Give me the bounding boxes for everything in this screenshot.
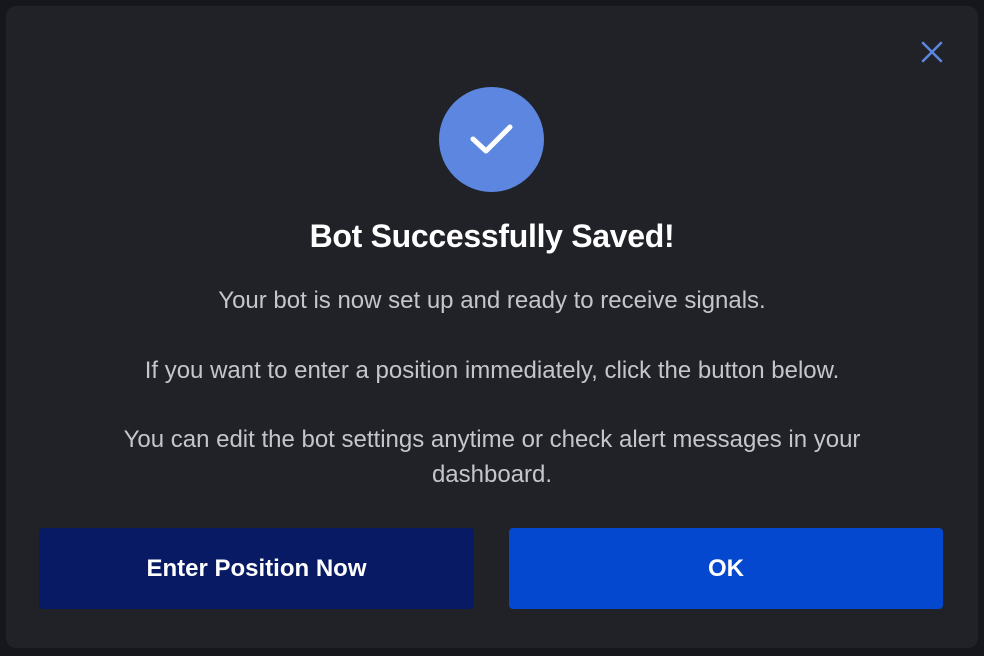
dialog-title: Bot Successfully Saved! bbox=[309, 218, 675, 254]
message-enter-position: If you want to enter a position immediat… bbox=[144, 357, 840, 384]
success-dialog: Bot Successfully Saved! Your bot is now … bbox=[6, 6, 978, 648]
enter-position-button[interactable]: Enter Position Now bbox=[39, 528, 474, 609]
message-edit-settings: You can edit the bot settings anytime or… bbox=[123, 426, 861, 488]
close-icon bbox=[921, 41, 943, 63]
close-button[interactable] bbox=[918, 38, 946, 66]
message-ready: Your bot is now set up and ready to rece… bbox=[218, 287, 766, 314]
ok-button[interactable]: OK bbox=[509, 528, 943, 609]
success-badge bbox=[439, 87, 544, 192]
checkmark-icon bbox=[470, 124, 513, 154]
